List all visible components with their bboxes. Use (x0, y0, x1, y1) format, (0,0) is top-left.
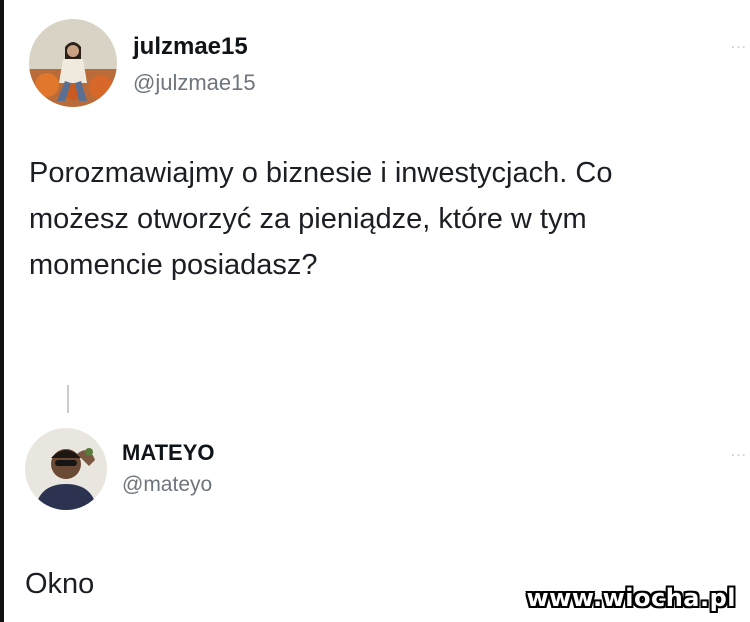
watermark: www.wiocha.pl (526, 584, 736, 612)
more-options-icon[interactable]: ... (731, 36, 747, 52)
user-handle[interactable]: @julzmae15 (133, 70, 256, 96)
left-border (0, 0, 4, 622)
user-handle[interactable]: @mateyo (122, 473, 212, 497)
thread-connector (67, 385, 69, 413)
avatar[interactable] (25, 428, 107, 510)
tweet-text: Okno (25, 568, 95, 600)
tweet-text: Porozmawiajmy o biznesie i inwestycjach.… (29, 157, 613, 281)
more-options-icon[interactable]: ... (731, 444, 747, 460)
display-name[interactable]: MATEYO (122, 440, 214, 466)
avatar[interactable] (29, 19, 117, 107)
display-name[interactable]: julzmae15 (133, 33, 248, 61)
